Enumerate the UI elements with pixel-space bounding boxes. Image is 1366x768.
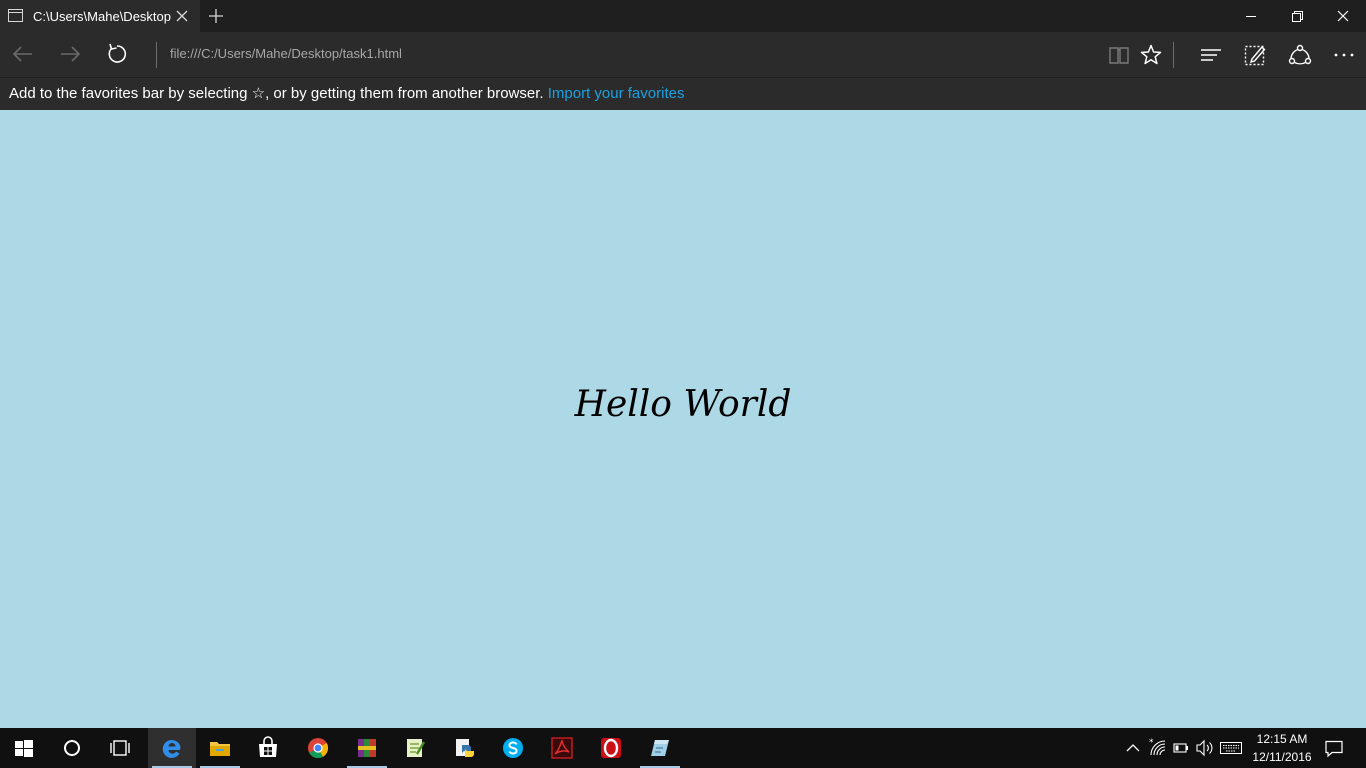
browser-tab[interactable]: C:\Users\Mahe\Desktop\task1.html bbox=[0, 0, 200, 32]
taskbar-winrar[interactable] bbox=[343, 728, 391, 768]
favorites-bar: Add to the favorites bar by selecting ☆,… bbox=[0, 77, 1366, 110]
task-view-icon bbox=[110, 740, 130, 756]
python-icon bbox=[456, 739, 474, 757]
favorite-star-icon[interactable] bbox=[1136, 40, 1166, 70]
taskbar-notepad-plus-plus[interactable] bbox=[391, 728, 439, 768]
acrobat-icon bbox=[551, 737, 573, 759]
hub-icon[interactable] bbox=[1196, 40, 1226, 70]
browser-titlebar: C:\Users\Mahe\Desktop\task1.html bbox=[0, 0, 1366, 32]
taskbar-file-explorer[interactable] bbox=[196, 728, 244, 768]
tab-page-icon bbox=[8, 9, 23, 22]
store-icon bbox=[259, 736, 277, 757]
battery-button[interactable] bbox=[1170, 728, 1192, 768]
taskbar-store[interactable] bbox=[244, 728, 292, 768]
minimize-button[interactable] bbox=[1228, 0, 1274, 32]
windows-logo-icon bbox=[15, 740, 33, 757]
notification-icon bbox=[1325, 740, 1343, 758]
share-icon[interactable] bbox=[1285, 40, 1315, 70]
taskbar-clock[interactable]: 12:15 AM 12/11/2016 bbox=[1244, 730, 1320, 766]
web-page-content: Hello World bbox=[0, 110, 1366, 728]
forward-arrow-icon[interactable] bbox=[53, 38, 87, 70]
file-explorer-icon bbox=[210, 742, 230, 756]
svg-text:*: * bbox=[1149, 738, 1154, 748]
close-window-button[interactable] bbox=[1320, 0, 1366, 32]
clock-time: 12:15 AM bbox=[1256, 732, 1308, 746]
cortana-circle-icon bbox=[64, 740, 80, 756]
import-favorites-link[interactable]: Import your favorites bbox=[548, 85, 685, 102]
battery-icon bbox=[1173, 743, 1188, 753]
chevron-up-icon bbox=[1126, 744, 1140, 752]
task-view-button[interactable] bbox=[96, 728, 144, 768]
opera-icon bbox=[601, 738, 621, 758]
wifi-icon: * bbox=[1149, 738, 1166, 756]
taskbar-skype[interactable] bbox=[489, 728, 537, 768]
hello-world-heading: Hello World bbox=[574, 384, 792, 425]
taskbar-python[interactable] bbox=[440, 728, 488, 768]
start-button[interactable] bbox=[0, 728, 48, 768]
touch-keyboard-button[interactable] bbox=[1218, 728, 1244, 768]
browser-navbar: file:///C:/Users/Mahe/Desktop/task1.html bbox=[0, 32, 1366, 77]
restore-button[interactable] bbox=[1274, 0, 1320, 32]
cortana-search-button[interactable] bbox=[48, 728, 96, 768]
taskbar-chrome[interactable] bbox=[294, 728, 342, 768]
editor-icon bbox=[651, 740, 669, 756]
taskbar-editor[interactable] bbox=[636, 728, 684, 768]
skype-icon bbox=[503, 738, 523, 758]
clock-date: 12/11/2016 bbox=[1252, 750, 1312, 764]
more-actions-icon[interactable] bbox=[1329, 40, 1359, 70]
taskbar-acrobat[interactable] bbox=[538, 728, 586, 768]
network-button[interactable]: * bbox=[1146, 728, 1170, 768]
taskbar-opera[interactable] bbox=[587, 728, 635, 768]
volume-button[interactable] bbox=[1193, 728, 1217, 768]
tab-title: C:\Users\Mahe\Desktop\task1.html bbox=[33, 9, 171, 24]
toolbar-divider bbox=[1173, 42, 1174, 68]
reading-view-icon[interactable] bbox=[1104, 40, 1134, 70]
windows-taskbar: * 12:15 AM 12/11/2016 bbox=[0, 728, 1366, 768]
action-center-button[interactable] bbox=[1322, 728, 1346, 768]
address-divider bbox=[156, 42, 157, 68]
tab-close-icon[interactable] bbox=[174, 8, 190, 24]
show-hidden-icons-button[interactable] bbox=[1122, 728, 1144, 768]
favorites-bar-message-row: Add to the favorites bar by selecting ☆,… bbox=[9, 85, 684, 103]
favorites-bar-message: Add to the favorites bar by selecting ☆,… bbox=[9, 85, 544, 102]
taskbar-edge[interactable] bbox=[148, 728, 196, 768]
winrar-icon bbox=[358, 739, 376, 757]
address-bar[interactable]: file:///C:/Users/Mahe/Desktop/task1.html bbox=[170, 44, 770, 64]
edge-icon bbox=[162, 739, 181, 758]
back-arrow-icon[interactable] bbox=[6, 38, 40, 70]
web-note-icon[interactable] bbox=[1240, 40, 1270, 70]
new-tab-plus-icon[interactable] bbox=[206, 6, 226, 26]
notepad-plus-plus-icon bbox=[407, 739, 426, 757]
keyboard-icon bbox=[1220, 742, 1242, 754]
refresh-icon[interactable] bbox=[100, 38, 134, 70]
chrome-icon bbox=[308, 738, 329, 759]
speaker-icon bbox=[1196, 739, 1213, 757]
